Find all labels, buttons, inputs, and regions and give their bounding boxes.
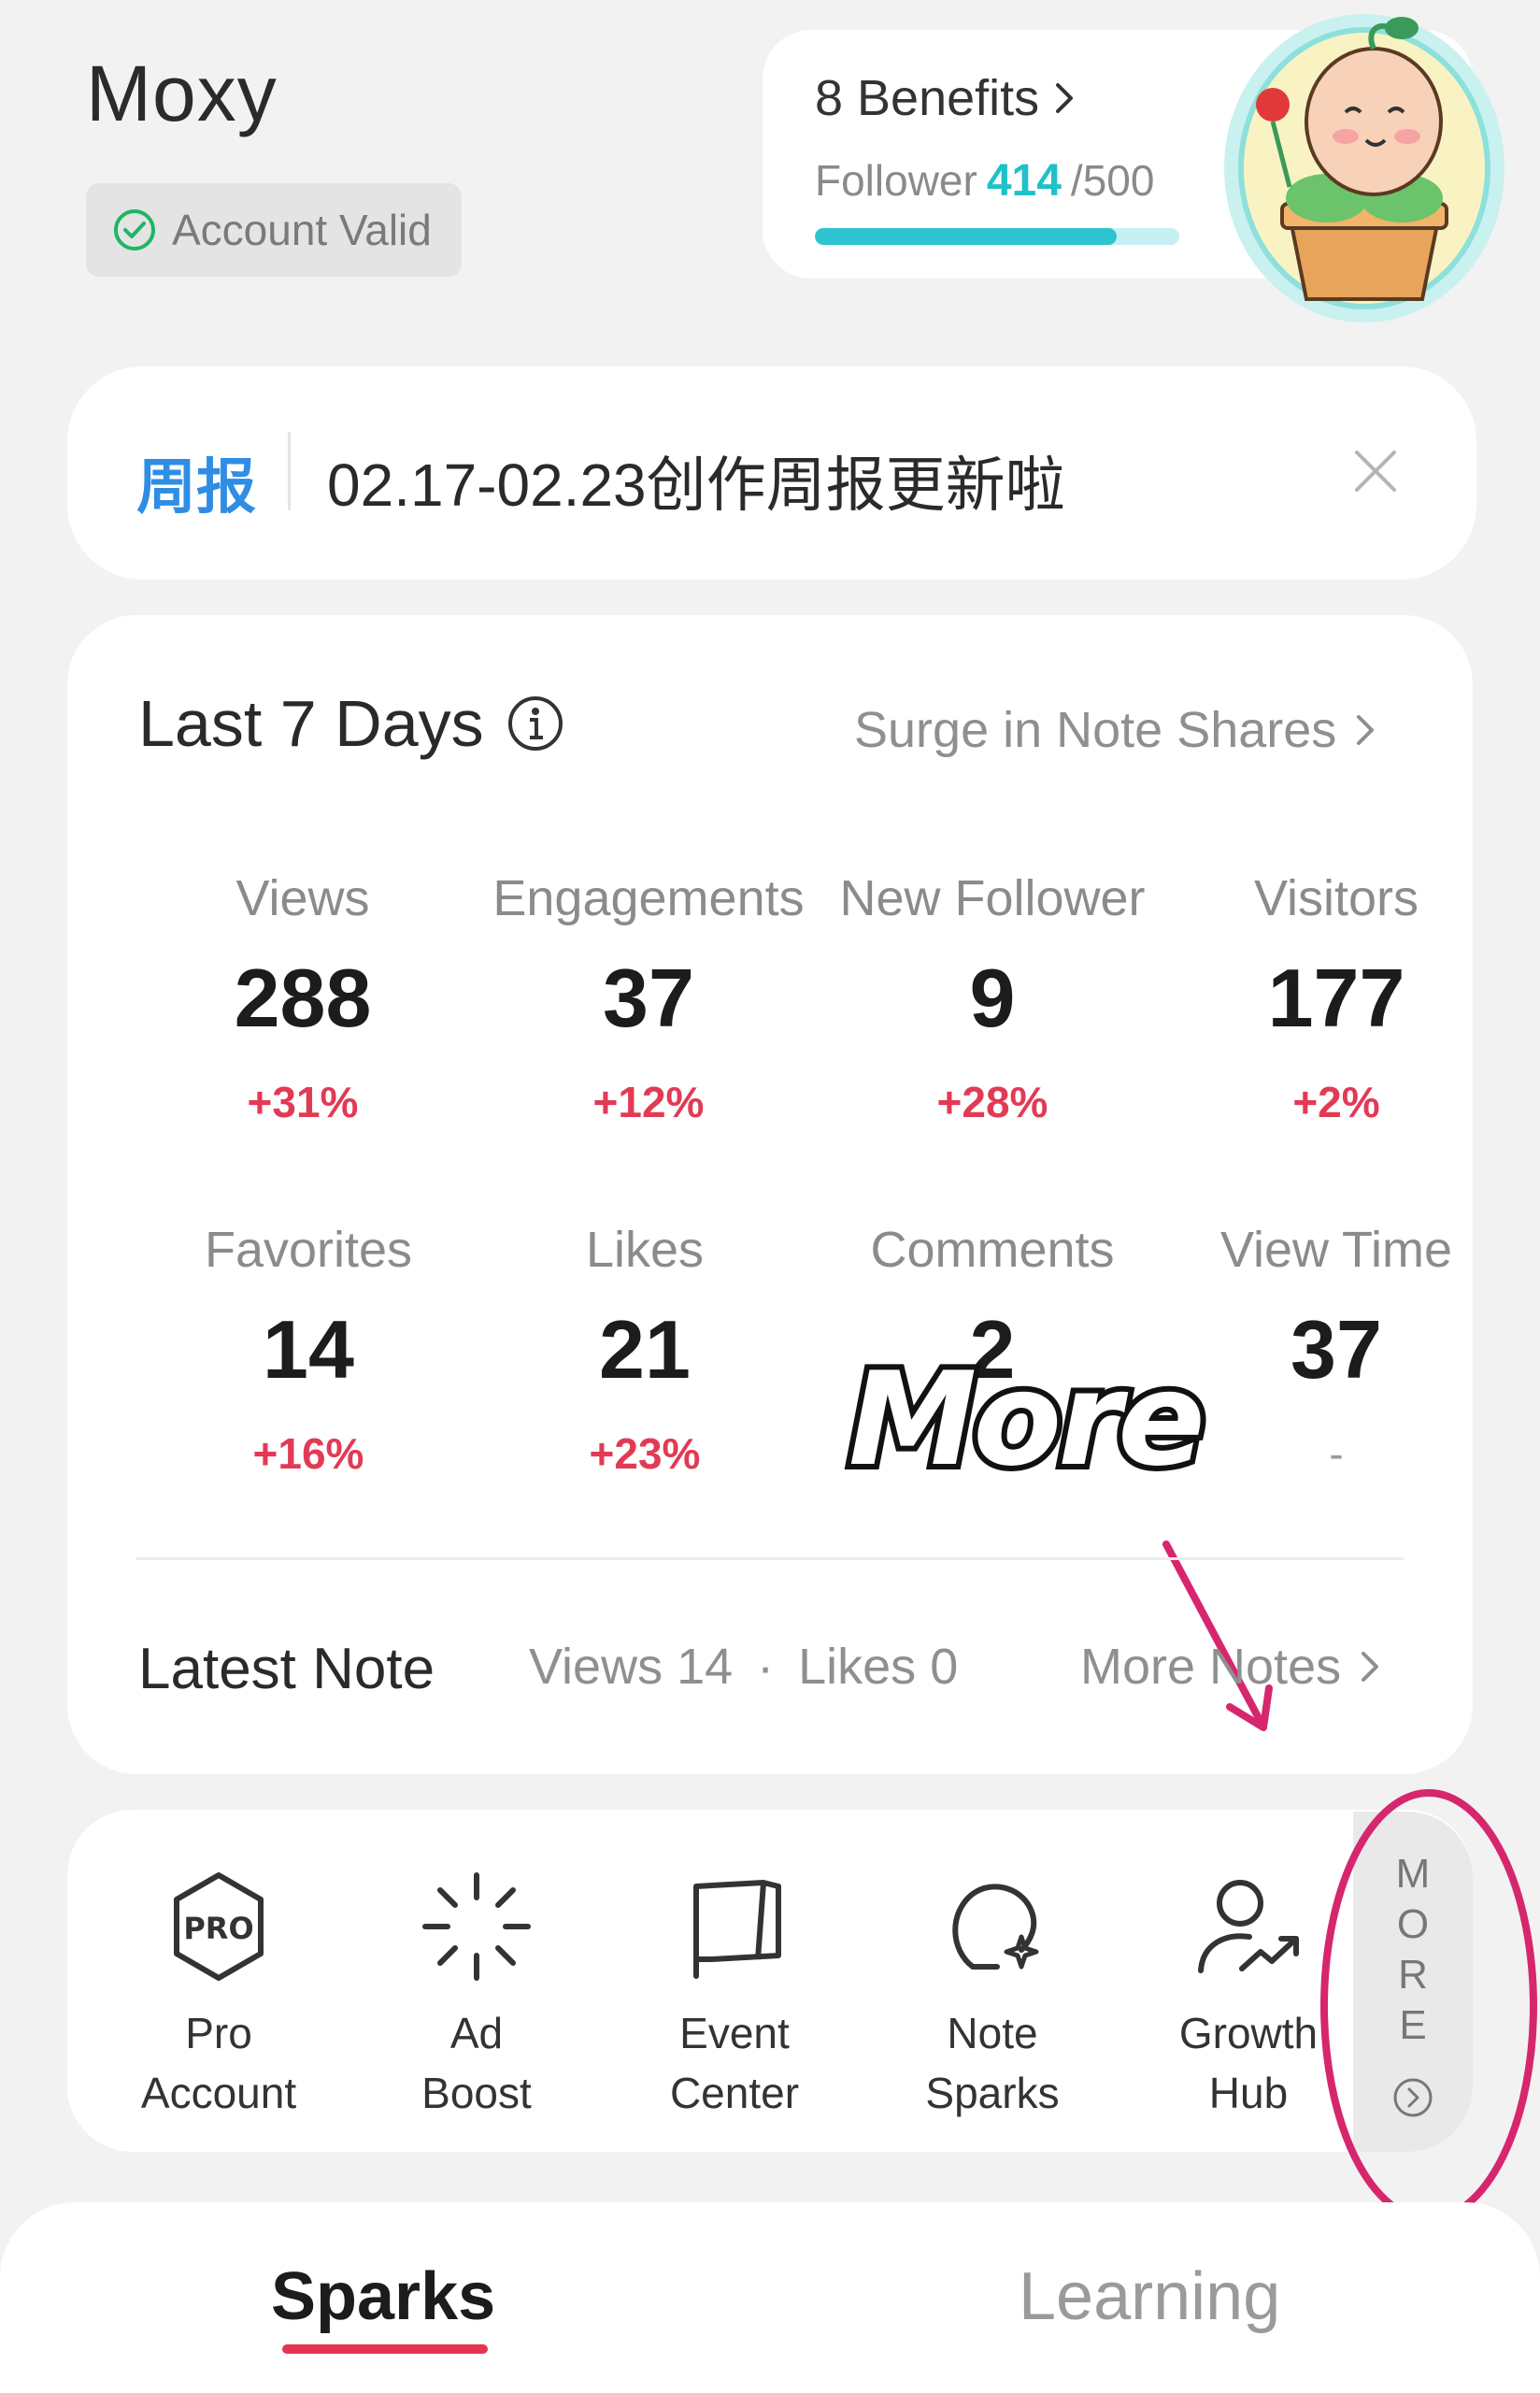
latest-note-title: Latest Note — [138, 1637, 435, 1701]
weekly-report-text[interactable]: 02.17-02.23创作周报更新啦 — [327, 437, 1065, 523]
tool-event-center[interactable]: Event Center — [606, 1866, 863, 2123]
person-growth-icon — [1198, 1880, 1299, 1973]
latest-note-views: Views 14 — [529, 1639, 734, 1695]
metric-likes[interactable]: Likes 21 +23% — [477, 1221, 813, 1479]
benefits-label: 8 Benefits — [815, 70, 1040, 126]
metric-change: +2% — [1292, 1078, 1380, 1126]
metric-change: +12% — [592, 1078, 705, 1126]
metric-value: 288 — [234, 952, 372, 1044]
mascot-plant-sticker — [1224, 14, 1504, 322]
metric-label: Visitors — [1253, 870, 1419, 926]
check-circle-icon — [114, 209, 155, 251]
chevron-right-icon — [1357, 715, 1375, 745]
tab-sparks[interactable]: Sparks — [271, 2258, 495, 2335]
metric-change: +28% — [936, 1078, 1048, 1126]
follower-count: 414 — [986, 156, 1062, 206]
surge-in-note-shares-link[interactable]: Surge in Note Shares — [854, 701, 1377, 759]
svg-text:PRO: PRO — [183, 1911, 253, 1946]
tool-ad-boost[interactable]: Ad Boost — [348, 1866, 606, 2123]
account-status-label: Account Valid — [172, 206, 432, 254]
metric-change: +16% — [252, 1429, 364, 1478]
flag-icon — [693, 1880, 781, 1979]
tool-label: Note Sparks — [925, 2009, 1060, 2117]
account-status-chip[interactable]: Account Valid — [86, 183, 462, 277]
metric-visitors[interactable]: Visitors 177 +2% — [1168, 869, 1504, 1127]
metric-label: New Follower — [839, 870, 1146, 926]
banner-divider — [288, 432, 291, 510]
metric-label: Favorites — [204, 1222, 413, 1278]
weekly-report-tag: 周报 — [136, 453, 256, 521]
surge-link-label: Surge in Note Shares — [854, 702, 1337, 758]
pro-icon: PRO — [174, 1872, 264, 1981]
metric-value: 177 — [1267, 952, 1405, 1044]
more-overlay-text: More — [848, 1344, 1202, 1495]
metric-change: +23% — [589, 1429, 701, 1478]
follower-label: Follower — [815, 156, 977, 205]
close-icon[interactable] — [1348, 443, 1404, 499]
more-overlay-sticker: More — [843, 1339, 1211, 1500]
metric-label: Likes — [585, 1222, 705, 1278]
latest-note-meta[interactable]: Views 14 · Likes 0 — [529, 1638, 958, 1696]
metric-engagements[interactable]: Engagements 37 +12% — [480, 869, 817, 1127]
annotation-circle — [1320, 1789, 1537, 2223]
tool-label: Event Center — [669, 2009, 800, 2117]
metric-value: 21 — [599, 1303, 691, 1396]
metric-label: Comments — [870, 1222, 1115, 1278]
latest-note-likes: Likes 0 — [798, 1639, 959, 1695]
follower-progress-text: Follower 414 /500 — [815, 155, 1154, 207]
stats-divider — [136, 1557, 1404, 1560]
info-icon[interactable] — [506, 695, 564, 752]
metric-new-follower[interactable]: New Follower 9 +28% — [824, 869, 1161, 1127]
metric-label: View Time — [1219, 1222, 1453, 1278]
tab-learning[interactable]: Learning — [1019, 2258, 1280, 2335]
metric-value: 9 — [969, 952, 1016, 1044]
meta-separator: · — [757, 1639, 775, 1695]
follower-goal: /500 — [1070, 156, 1155, 205]
tool-note-sparks[interactable]: Note Sparks — [863, 1866, 1121, 2123]
chevron-right-icon — [1362, 1652, 1379, 1682]
stats-title: Last 7 Days — [138, 686, 564, 761]
benefits-title[interactable]: 8 Benefits — [815, 69, 1078, 127]
active-tab-indicator — [282, 2344, 488, 2354]
more-notes-link[interactable]: More Notes — [1080, 1638, 1382, 1696]
follower-progress-bar — [815, 228, 1179, 245]
metric-change: +31% — [247, 1078, 359, 1126]
tool-label: Ad Boost — [421, 2009, 532, 2117]
metric-label: Views — [235, 870, 370, 926]
metric-favorites[interactable]: Favorites 14 +16% — [140, 1221, 477, 1479]
tool-pro-account[interactable]: PRO Pro Account — [90, 1866, 348, 2123]
tool-label: Pro Account — [140, 2009, 297, 2117]
bottom-tab-bar — [0, 2202, 1540, 2393]
chevron-right-icon — [1056, 83, 1074, 113]
metric-value: 14 — [263, 1303, 354, 1396]
metric-views[interactable]: Views 288 +31% — [135, 869, 471, 1127]
username: Moxy — [86, 50, 278, 137]
metric-label: Engagements — [492, 870, 805, 926]
sparkle-burst-icon — [422, 1872, 531, 1981]
follower-progress-fill — [815, 228, 1117, 245]
lightbulb-icon — [952, 1884, 1039, 1970]
annotation-arrow — [1162, 1540, 1273, 1731]
metric-value: 37 — [603, 952, 694, 1044]
stats-title-text: Last 7 Days — [138, 687, 484, 760]
more-notes-label: More Notes — [1080, 1639, 1342, 1695]
